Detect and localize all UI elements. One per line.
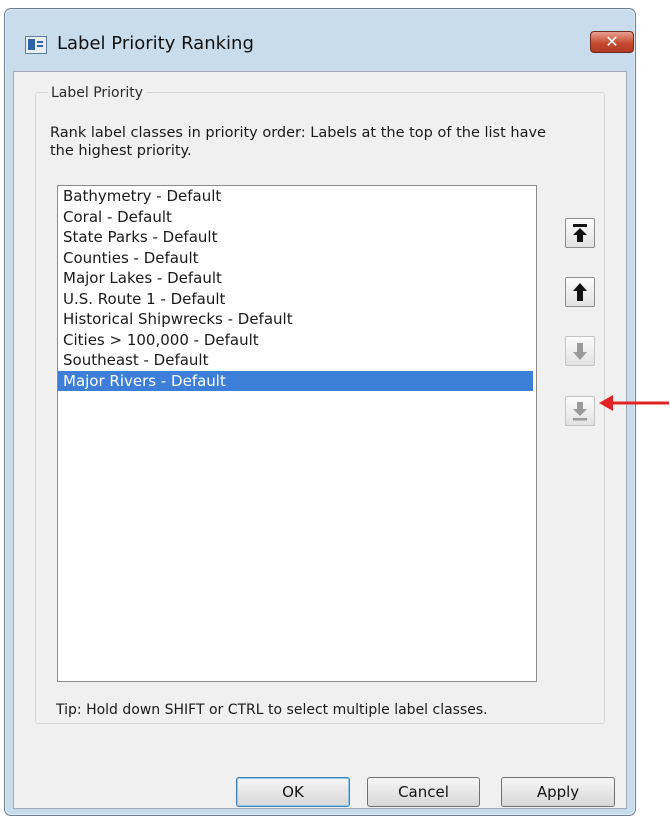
- move-to-bottom-icon: [573, 402, 587, 421]
- list-item[interactable]: Coral - Default: [58, 207, 536, 228]
- app-icon: [25, 36, 47, 54]
- list-item[interactable]: Southeast - Default: [58, 350, 536, 371]
- ok-button[interactable]: OK: [236, 777, 350, 807]
- move-up-icon: [573, 283, 587, 301]
- list-item[interactable]: Bathymetry - Default: [58, 186, 536, 207]
- cancel-button[interactable]: Cancel: [367, 777, 480, 807]
- dialog-title: Label Priority Ranking: [57, 33, 254, 54]
- tip-text: Tip: Hold down SHIFT or CTRL to select m…: [56, 702, 488, 718]
- list-item[interactable]: Historical Shipwrecks - Default: [58, 309, 536, 330]
- list-item[interactable]: Major Lakes - Default: [58, 268, 536, 289]
- group-legend: Label Priority: [48, 85, 147, 101]
- close-icon: ✕: [605, 32, 619, 51]
- close-button[interactable]: ✕: [590, 31, 634, 53]
- move-up-button[interactable]: [565, 277, 595, 307]
- list-item[interactable]: U.S. Route 1 - Default: [58, 289, 536, 310]
- label-class-list[interactable]: Bathymetry - Default Coral - Default Sta…: [57, 185, 537, 682]
- move-to-bottom-button[interactable]: [565, 396, 595, 426]
- move-to-top-button[interactable]: [565, 218, 595, 248]
- dialog-window: Label Priority Ranking ✕ Label Priority …: [4, 8, 636, 816]
- title-bar[interactable]: Label Priority Ranking ✕: [5, 9, 635, 71]
- annotation-arrow-icon: [599, 395, 669, 411]
- move-down-button[interactable]: [565, 336, 595, 366]
- list-item-selected[interactable]: Major Rivers - Default: [58, 370, 533, 391]
- list-item[interactable]: Counties - Default: [58, 248, 536, 269]
- dialog-content: Label Priority Rank label classes in pri…: [13, 71, 627, 809]
- move-to-top-icon: [573, 224, 587, 242]
- move-down-icon: [573, 343, 587, 360]
- list-item[interactable]: State Parks - Default: [58, 227, 536, 248]
- apply-button[interactable]: Apply: [501, 777, 615, 807]
- group-description: Rank label classes in priority order: La…: [50, 125, 546, 159]
- list-item[interactable]: Cities > 100,000 - Default: [58, 330, 536, 351]
